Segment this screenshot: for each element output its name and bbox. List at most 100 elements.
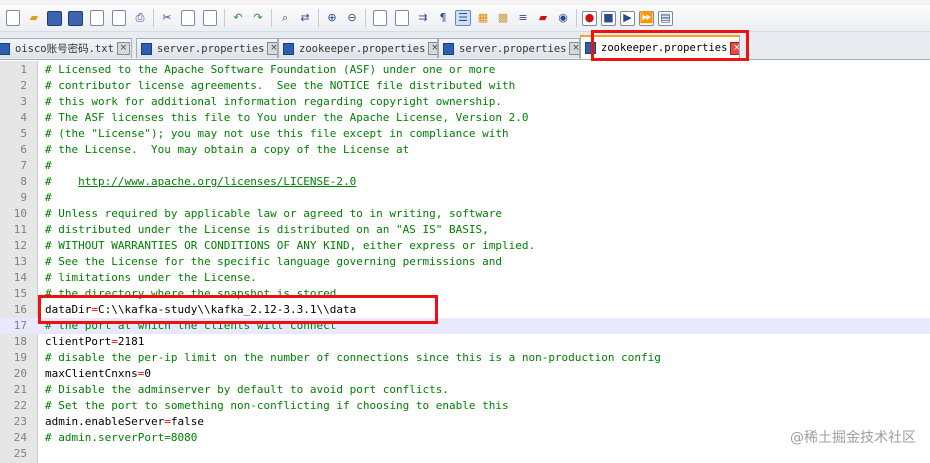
code-line[interactable]: 5 # (the "License"); you may not use this… — [0, 126, 930, 142]
property-value: C:\\kafka-study\\kafka_2.12-3.3.1\\data — [97, 303, 357, 316]
replace-icon[interactable]: ⇄ — [297, 10, 313, 26]
line-content: # — [45, 158, 52, 174]
play-macro-icon[interactable]: ▶ — [620, 10, 635, 26]
new-file-icon[interactable] — [6, 10, 20, 26]
code-line[interactable]: 7 # — [0, 158, 930, 174]
print-icon[interactable]: ⎙ — [132, 10, 148, 26]
watermark: @稀土掘金技术社区 — [790, 430, 916, 446]
comment-text: # The ASF licenses this file to You unde… — [45, 111, 529, 124]
code-line[interactable]: 25 — [0, 446, 930, 462]
tab-label: zookeeper.properties — [601, 42, 728, 54]
code-line[interactable]: 6 # the License. You may obtain a copy of… — [0, 142, 930, 158]
close-all-icon[interactable] — [112, 10, 126, 26]
property-equals: = — [91, 303, 98, 316]
line-content: # Licensed to the Apache Software Founda… — [45, 62, 495, 78]
toolbar-separator — [224, 9, 225, 27]
word-wrap-icon[interactable]: ⇉ — [415, 10, 431, 26]
code-line[interactable]: 14 # limitations under the License. — [0, 270, 930, 286]
comment-text: # WITHOUT WARRANTIES OR CONDITIONS OF AN… — [45, 239, 536, 252]
zoom-in-icon[interactable]: ⊕ — [324, 10, 340, 26]
stop-macro-icon[interactable]: ■ — [601, 10, 616, 26]
show-all-chars-icon[interactable]: ¶ — [435, 10, 451, 26]
code-line[interactable]: 22 # Set the port to something non-confli… — [0, 398, 930, 414]
code-line[interactable]: 18 clientPort=2181 — [0, 334, 930, 350]
tab-zookeeper-properties[interactable]: zookeeper.properties × — [278, 38, 438, 58]
code-line[interactable]: 13 # See the License for the specific lan… — [0, 254, 930, 270]
toolbar-separator — [153, 9, 154, 27]
save-macro-icon[interactable]: ▤ — [658, 10, 673, 26]
code-line[interactable]: 10 # Unless required by applicable law or… — [0, 206, 930, 222]
line-content: # Set the port to something non-conflict… — [45, 398, 509, 414]
undo-icon[interactable]: ↶ — [230, 10, 246, 26]
save-file-icon[interactable] — [47, 10, 62, 26]
line-number: 22 — [13, 399, 27, 412]
code-line[interactable]: 15 # the directory where the snapshot is … — [0, 286, 930, 302]
user-language-icon[interactable]: ▦ — [475, 10, 491, 26]
copy-icon[interactable] — [181, 10, 195, 26]
line-number: 19 — [13, 351, 27, 364]
property-value: false — [170, 415, 204, 428]
open-file-icon[interactable]: ▰ — [26, 10, 42, 26]
code-line[interactable]: 9 # — [0, 190, 930, 206]
zoom-out-icon[interactable]: ⊖ — [344, 10, 360, 26]
comment-text: # Unless required by applicable law or a… — [45, 207, 502, 220]
line-number: 13 — [13, 255, 27, 268]
line-content: dataDir=C:\\kafka-study\\kafka_2.12-3.3.… — [45, 302, 356, 318]
line-number: 14 — [13, 271, 27, 284]
code-line[interactable]: 1 # Licensed to the Apache Software Found… — [0, 62, 930, 78]
close-icon[interactable]: × — [267, 42, 277, 55]
paste-icon[interactable] — [203, 10, 217, 26]
code-line[interactable]: 19 # disable the per-ip limit on the numb… — [0, 350, 930, 366]
comment-text: # Set the port to something non-conflict… — [45, 399, 509, 412]
monitoring-icon[interactable]: ◉ — [555, 10, 571, 26]
line-number: 23 — [13, 415, 27, 428]
close-icon[interactable]: × — [428, 42, 437, 55]
close-file-icon[interactable] — [90, 10, 104, 26]
sync-horizontal-icon[interactable] — [395, 10, 409, 26]
sync-vertical-icon[interactable] — [373, 10, 387, 26]
code-line[interactable]: 11 # distributed under the License is dis… — [0, 222, 930, 238]
close-icon[interactable]: × — [730, 41, 739, 55]
code-line[interactable]: 17 # the port at which the clients will c… — [0, 318, 930, 334]
code-line[interactable]: 2 # contributor license agreements. See t… — [0, 78, 930, 94]
cut-icon[interactable]: ✂ — [159, 10, 175, 26]
line-number: 1 — [20, 63, 27, 76]
tab-zookeeper-properties-active[interactable]: zookeeper.properties × — [580, 35, 740, 59]
redo-icon[interactable]: ↷ — [250, 10, 266, 26]
comment-text: # (the "License"); you may not use this … — [45, 127, 509, 140]
toolbar-separator — [271, 9, 272, 27]
line-number: 10 — [13, 207, 27, 220]
line-content: # Unless required by applicable law or a… — [45, 206, 502, 222]
tab-server-properties[interactable]: server.properties × — [136, 38, 278, 58]
save-all-icon[interactable] — [68, 10, 83, 26]
code-line[interactable]: 12 # WITHOUT WARRANTIES OR CONDITIONS OF … — [0, 238, 930, 254]
folder-workspace-icon[interactable]: ▰ — [535, 10, 551, 26]
line-number: 20 — [13, 367, 27, 380]
doc-map-icon[interactable]: ▩ — [495, 10, 511, 26]
tab-label: zookeeper.properties — [299, 42, 426, 55]
file-icon — [443, 42, 454, 55]
code-line[interactable]: 20 maxClientCnxns=0 — [0, 366, 930, 382]
code-line[interactable]: 4 # The ASF licenses this file to You und… — [0, 110, 930, 126]
close-icon[interactable]: × — [569, 42, 579, 55]
close-icon[interactable]: × — [116, 42, 130, 55]
line-number: 11 — [13, 223, 27, 236]
run-macro-multiple-icon[interactable]: ⏩ — [639, 10, 654, 26]
property-key: maxClientCnxns — [45, 367, 138, 380]
code-line[interactable]: 3 # this work for additional information … — [0, 94, 930, 110]
function-list-icon[interactable]: ≡ — [515, 10, 531, 26]
find-icon[interactable]: ⌕ — [277, 10, 293, 26]
record-macro-icon[interactable]: ● — [582, 10, 597, 26]
toolbar-separator — [365, 9, 366, 27]
code-line[interactable]: 16 dataDir=C:\\kafka-study\\kafka_2.12-3.… — [0, 302, 930, 318]
line-content: # (the "License"); you may not use this … — [45, 126, 509, 142]
indent-guide-icon[interactable]: ☰ — [455, 10, 471, 26]
tab-oisco-txt[interactable]: oisco账号密码.txt × — [0, 38, 132, 58]
line-content: # distributed under the License is distr… — [45, 222, 489, 238]
property-key: clientPort — [45, 335, 112, 348]
license-link[interactable]: http://www.apache.org/licenses/LICENSE-2… — [78, 175, 356, 188]
code-line[interactable]: 8 # http://www.apache.org/licenses/LICENS… — [0, 174, 930, 190]
code-line[interactable]: 21 # Disable the adminserver by default t… — [0, 382, 930, 398]
tab-server-properties-2[interactable]: server.properties × — [438, 38, 580, 58]
comment-text: # — [45, 191, 52, 204]
